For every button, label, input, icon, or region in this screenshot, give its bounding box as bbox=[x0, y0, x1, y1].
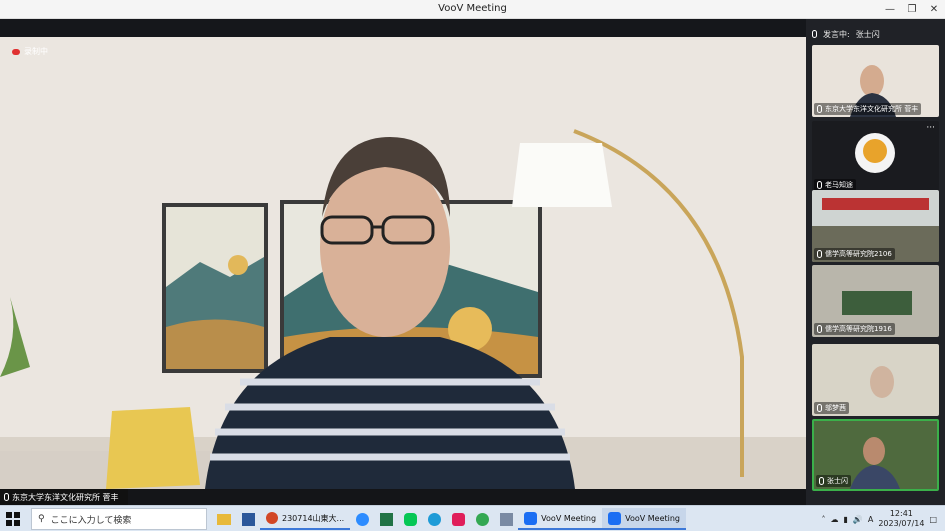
window-title: VooV Meeting bbox=[438, 3, 507, 14]
close-button[interactable]: ✕ bbox=[923, 0, 945, 19]
voov-label-2: VooV Meeting bbox=[625, 513, 681, 523]
microphone-icon bbox=[817, 250, 822, 258]
participant-name: 东京大学东洋文化研究所 菅丰 bbox=[825, 105, 919, 113]
clock-time: 12:41 bbox=[889, 509, 913, 518]
recording-indicator: 录制中 bbox=[12, 46, 48, 57]
top-strip bbox=[0, 19, 806, 37]
taskbar-app-voov-1[interactable]: VooV Meeting bbox=[518, 508, 603, 530]
clock[interactable]: 12:41 2023/07/14 bbox=[878, 509, 924, 529]
microphone-icon bbox=[4, 493, 9, 501]
taskbar-app-voov-2[interactable]: VooV Meeting bbox=[602, 508, 687, 530]
record-icon bbox=[12, 48, 20, 55]
minimize-button[interactable]: — bbox=[879, 0, 901, 19]
taskbar-search[interactable]: ⚲ ここに入力して検索 bbox=[31, 508, 207, 530]
search-icon: ⚲ bbox=[38, 514, 45, 524]
battery-icon[interactable]: ▮ bbox=[843, 515, 847, 524]
microphone-icon bbox=[817, 105, 822, 113]
line-icon[interactable] bbox=[398, 508, 422, 530]
word-icon[interactable] bbox=[236, 508, 260, 530]
meeting-window: VooV Meeting — ❐ ✕ 录制中 东京大学东洋文化研究所 菅丰 发言… bbox=[0, 0, 945, 505]
participant-name: 儒学高等研究院2106 bbox=[825, 250, 892, 258]
speaker-video-frame bbox=[0, 37, 806, 489]
taskbar-app-powerpoint[interactable]: 230714山東大... bbox=[260, 508, 351, 530]
search-placeholder: ここに入力して検索 bbox=[50, 515, 132, 526]
system-tray: ˄ ☁ ▮ 🔊 A 12:41 2023/07/14 □ bbox=[821, 508, 945, 530]
chevron-up-icon[interactable]: ˄ bbox=[821, 515, 825, 524]
main-speaker-name: 东京大学东洋文化研究所 菅丰 bbox=[12, 492, 119, 502]
speaking-indicator: 发言中: 张士闪 bbox=[806, 23, 945, 45]
microphone-icon bbox=[817, 325, 822, 333]
restore-button[interactable]: ❐ bbox=[901, 0, 923, 19]
cloud-icon[interactable]: ☁ bbox=[830, 515, 838, 524]
taskbar: ⚲ ここに入力して検索 230714山東大... VooV Meeting Vo… bbox=[0, 505, 945, 531]
main-speaker-name-tag: 东京大学东洋文化研究所 菅丰 bbox=[0, 489, 128, 505]
participant-thumbnail[interactable]: 邬梦茜 bbox=[812, 344, 939, 416]
powerpoint-icon bbox=[266, 512, 278, 524]
participant-thumbnail[interactable]: 儒学高等研究院1916 bbox=[812, 265, 939, 337]
participant-name: 邬梦茜 bbox=[825, 404, 846, 412]
title-bar: VooV Meeting — ❐ ✕ bbox=[0, 0, 945, 19]
participant-sidebar: 发言中: 张士闪 东京大学东洋文化研究所 菅丰 ··· 老马知途 儒学高等研究院… bbox=[806, 19, 945, 505]
participant-thumbnail[interactable]: 张士闪 bbox=[812, 419, 939, 491]
file-explorer-icon[interactable] bbox=[212, 508, 236, 530]
participant-name: 老马知途 bbox=[825, 181, 853, 189]
clock-date: 2023/07/14 bbox=[878, 519, 925, 528]
input-method-icon[interactable]: A bbox=[868, 515, 873, 524]
voov-icon bbox=[524, 511, 538, 525]
voov-icon bbox=[608, 511, 622, 525]
notification-icon[interactable]: □ bbox=[929, 515, 937, 524]
microphone-icon bbox=[817, 404, 822, 412]
more-options-icon[interactable]: ··· bbox=[926, 123, 935, 133]
participant-thumbnail[interactable]: ··· 老马知途 bbox=[812, 121, 939, 193]
participant-thumbnail[interactable]: 儒学高等研究院2106 bbox=[812, 190, 939, 262]
participant-thumbnail[interactable]: 东京大学东洋文化研究所 菅丰 bbox=[812, 45, 939, 117]
main-video[interactable]: 录制中 bbox=[0, 37, 806, 489]
voov-label-1: VooV Meeting bbox=[541, 513, 597, 523]
slack-icon[interactable] bbox=[446, 508, 470, 530]
microphone-icon bbox=[819, 477, 824, 485]
excel-icon[interactable] bbox=[374, 508, 398, 530]
microphone-icon bbox=[812, 30, 817, 38]
edge-icon[interactable] bbox=[422, 508, 446, 530]
windows-start-icon[interactable] bbox=[6, 512, 20, 526]
volume-icon[interactable]: 🔊 bbox=[853, 515, 863, 524]
powerpoint-label: 230714山東大... bbox=[282, 513, 345, 523]
recording-label: 录制中 bbox=[24, 47, 48, 56]
speaking-name: 张士闪 bbox=[855, 29, 880, 39]
microphone-icon bbox=[817, 181, 822, 189]
speaking-label: 发言中: bbox=[823, 29, 850, 39]
participant-name: 张士闪 bbox=[827, 477, 848, 485]
participant-name: 儒学高等研究院1916 bbox=[825, 325, 892, 333]
zoom-icon[interactable] bbox=[350, 508, 374, 530]
app-icon[interactable] bbox=[494, 508, 518, 530]
chrome-icon[interactable] bbox=[470, 508, 494, 530]
